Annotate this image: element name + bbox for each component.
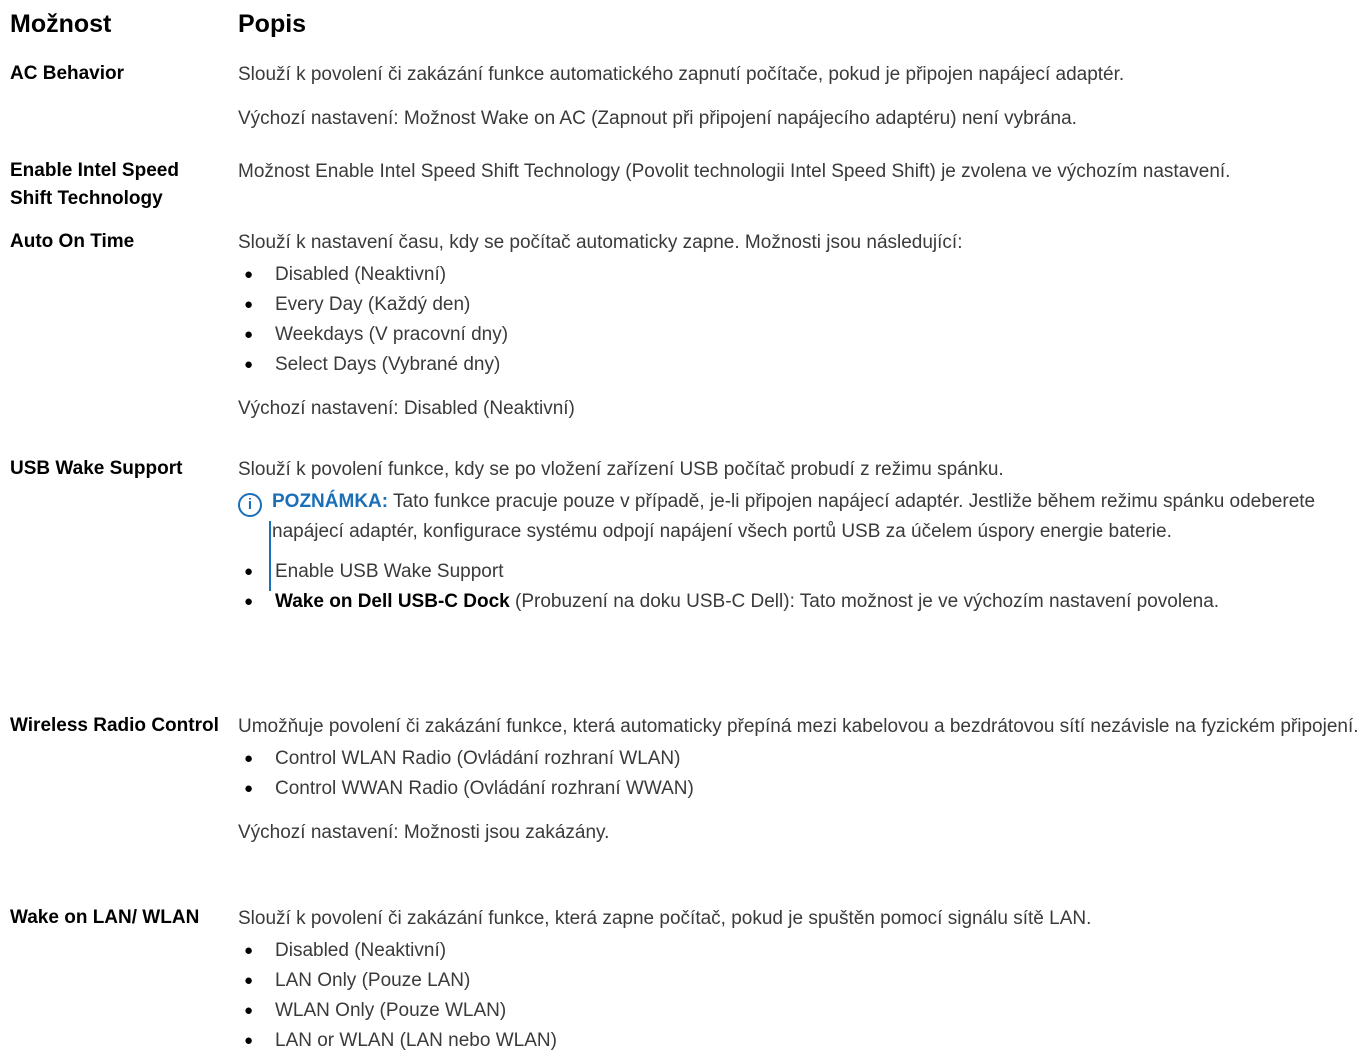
list-item: ● Weekdays (V pracovní dny) <box>238 320 1365 350</box>
list-item: ● LAN or WLAN (LAN nebo WLAN) <box>238 1026 1365 1056</box>
default-setting-text: Výchozí nastavení: Možnosti jsou zakázán… <box>238 822 610 843</box>
list-item: ● Disabled (Neaktivní) <box>238 260 1365 290</box>
description-text: Slouží k nastavení času, kdy se počítač … <box>238 232 963 253</box>
option-name: AC Behavior <box>10 63 125 84</box>
list-item: ● Disabled (Neaktivní) <box>238 936 1365 966</box>
list-item: ● LAN Only (Pouze LAN) <box>238 966 1365 996</box>
table-header: Možnost Popis <box>10 10 1360 50</box>
list-item: ● Every Day (Každý den) <box>238 290 1365 320</box>
bullet-icon: ● <box>244 1032 254 1049</box>
option-description: Slouží k povolení či zakázání funkce aut… <box>238 60 1365 134</box>
options-list: ● Disabled (Neaktivní) ● Every Day (Každý … <box>238 260 1365 380</box>
bullet-icon: ● <box>244 326 254 343</box>
bold-option: Wake on Dell USB-C Dock <box>275 591 510 612</box>
note-text: Tato funkce pracuje pouze v případě, je-… <box>272 491 1316 542</box>
bullet-icon: ● <box>244 593 254 610</box>
note-label: POZNÁMKA: <box>272 491 389 512</box>
header-option: Možnost <box>10 10 112 38</box>
option-description: Slouží k nastavení času, kdy se počítač … <box>238 228 1365 424</box>
option-name: USB Wake Support <box>10 458 183 479</box>
option-name: Enable Intel Speed Shift Technology <box>10 160 179 209</box>
option-name: Auto On Time <box>10 231 135 252</box>
options-list: ● Control WLAN Radio (Ovládání rozhraní W… <box>238 744 1365 804</box>
option-description: Slouží k povolení funkce, kdy se po vlož… <box>238 455 1365 617</box>
note-box: i POZNÁMKA: Tato funkce pracuje pouze v … <box>238 487 1365 591</box>
bullet-icon: ● <box>244 1002 254 1019</box>
list-item: ● Enable USB Wake Support <box>238 557 1365 587</box>
bullet-icon: ● <box>244 780 254 797</box>
list-item: ● Select Days (Vybrané dny) <box>238 350 1365 380</box>
description-text: Možnost Enable Intel Speed Shift Technol… <box>238 161 1231 182</box>
bullet-icon: ● <box>244 296 254 313</box>
option-description: Umožňuje povolení či zakázání funkce, kt… <box>238 712 1365 848</box>
header-description: Popis <box>238 10 307 38</box>
default-setting-text: Výchozí nastavení: Možnost Wake on AC (Z… <box>238 108 1077 129</box>
bullet-icon: ● <box>244 942 254 959</box>
bullet-icon: ● <box>244 972 254 989</box>
bullet-icon: ● <box>244 266 254 283</box>
list-item: ● WLAN Only (Pouze WLAN) <box>238 996 1365 1026</box>
bullet-icon: ● <box>244 356 254 373</box>
list-item: ● Control WWAN Radio (Ovládání rozhraní W… <box>238 774 1365 804</box>
option-description: Slouží k povolení či zakázání funkce, kt… <box>238 904 1365 1056</box>
option-name: Wireless Radio Control <box>10 715 219 736</box>
info-icon: i <box>238 493 262 517</box>
bullet-icon: ● <box>244 563 254 580</box>
list-item: ● Wake on Dell USB-C Dock (Probuzení na d… <box>238 587 1365 617</box>
description-text: Umožňuje povolení či zakázání funkce, kt… <box>238 716 1359 737</box>
list-item: ● Control WLAN Radio (Ovládání rozhraní W… <box>238 744 1365 774</box>
bullet-icon: ● <box>244 750 254 767</box>
default-setting-text: Výchozí nastavení: Disabled (Neaktivní) <box>238 398 575 419</box>
option-name: Wake on LAN/ WLAN <box>10 907 200 928</box>
options-list: ● Disabled (Neaktivní) ● LAN Only (Pouze L… <box>238 936 1365 1056</box>
option-description: Možnost Enable Intel Speed Shift Technol… <box>238 157 1365 187</box>
description-text: Slouží k povolení funkce, kdy se po vlož… <box>238 459 1004 480</box>
options-list: ● Enable USB Wake Support ● Wake on Dell U… <box>238 557 1365 617</box>
description-text: Slouží k povolení či zakázání funkce aut… <box>238 64 1125 85</box>
description-text: Slouží k povolení či zakázání funkce, kt… <box>238 908 1092 929</box>
